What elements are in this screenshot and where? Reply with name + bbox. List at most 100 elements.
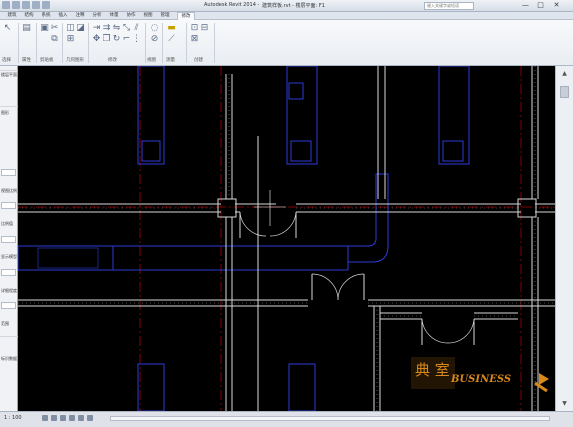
cope-icon[interactable]: ◫ [66,24,75,33]
vertical-scrollbar[interactable]: ▲ ▼ [555,66,573,411]
divider [0,106,18,107]
property-label: 图形 [1,110,9,115]
tab-annotate[interactable]: 注释 [72,12,88,20]
panel-divider [162,23,163,63]
paste-icon[interactable]: ▣ [40,24,49,33]
copy-icon[interactable]: ⧉ [50,35,59,44]
panel-view-label: 视图 [147,58,156,63]
align-icon[interactable]: ⇥ [92,24,101,33]
hide-icon[interactable]: ◌ [150,24,159,33]
detail-level-icon[interactable] [42,415,48,421]
property-field[interactable] [1,302,16,309]
document-title: 建筑样板.rvt - 楼层平面: F1 [262,3,325,9]
property-label: 视图比例 [1,188,17,193]
shadows-icon[interactable] [69,415,75,421]
property-label: 范围 [1,321,9,326]
logo-cn-text: 典 室 [415,361,450,379]
property-field[interactable] [1,202,16,209]
divider [0,336,18,337]
scroll-up-icon[interactable]: ▲ [560,70,569,77]
tab-insert[interactable]: 插入 [55,12,71,20]
tab-modify[interactable]: 修改 [177,12,195,20]
open-icon[interactable] [12,1,20,9]
rotate-icon[interactable]: ↻ [112,35,121,44]
watermark-logo: 典 室 BUSINESS [411,355,555,395]
visual-style-icon[interactable] [51,415,57,421]
tab-structure[interactable]: 结构 [21,12,37,20]
logo-en-text: BUSINESS [450,374,511,385]
panel-modify-label: 修改 [108,58,117,63]
maximize-button[interactable]: □ [535,1,546,10]
minimize-button[interactable]: — [520,1,531,10]
close-button[interactable]: ✕ [551,1,562,10]
undo-icon[interactable] [32,1,40,9]
scale-icon[interactable]: ⤡ [122,24,131,33]
join-icon[interactable]: ⊞ [66,35,75,44]
view-scale[interactable]: 1 : 100 [4,415,22,421]
override-icon[interactable]: ⊘ [150,35,159,44]
create-parts-icon[interactable]: ⊟ [200,24,209,33]
view-control-bar: 1 : 100 [0,411,573,427]
trim-icon[interactable]: ⌐ [122,35,131,44]
panel-divider [186,23,187,63]
panel-select-label: 选择 [2,58,11,63]
panel-divider [36,23,37,63]
panel-divider [214,23,215,63]
sun-path-icon[interactable] [60,415,66,421]
modify-icon[interactable]: ↖ [3,24,12,33]
tab-systems[interactable]: 系统 [38,12,54,20]
crop-view-icon[interactable] [78,415,84,421]
ribbon-tabs: 建筑 结构 系统 插入 注释 分析 体量 协作 视图 管理 修改 [0,12,573,20]
split-icon[interactable]: ⫽ [132,24,141,33]
divider [0,70,18,71]
panel-geometry-label: 几何图形 [66,58,84,63]
property-field[interactable] [1,236,16,243]
panel-divider [18,23,19,63]
copy-element-icon[interactable]: ❐ [102,35,111,44]
measure-icon[interactable]: ▬ [167,24,176,33]
tab-architecture[interactable]: 建筑 [4,12,20,20]
redo-icon[interactable] [42,1,50,9]
tab-massing[interactable]: 体量 [106,12,122,20]
horizontal-scrollbar[interactable] [110,416,550,421]
create-group-icon[interactable]: ⊠ [190,35,199,44]
offset-icon[interactable]: ⇉ [102,24,111,33]
temporary-hide-icon[interactable] [87,415,93,421]
app-menu-icon[interactable] [2,1,10,9]
panel-properties-label: 属性 [22,58,31,63]
scroll-down-icon[interactable]: ▼ [560,400,569,407]
dimension-icon[interactable]: ⟋ [167,35,176,44]
mirror-icon[interactable]: ⇋ [112,24,121,33]
app-title: Autodesk Revit 2014 - [204,2,260,8]
scroll-thumb[interactable] [560,86,569,98]
cut-icon[interactable]: ✂ [50,24,59,33]
property-label: 详细程度 [1,288,17,293]
title-bar: Autodesk Revit 2014 - 建筑样板.rvt - 楼层平面: F… [0,0,573,12]
panel-divider [88,23,89,63]
property-field[interactable] [1,169,16,176]
panel-clipboard-label: 剪贴板 [40,58,54,63]
property-label: 标识数据 [1,356,17,361]
panel-divider [145,23,146,63]
panel-measure-label: 测量 [166,58,175,63]
save-icon[interactable] [22,1,30,9]
array-icon[interactable]: ⋮ [132,35,141,44]
panel-divider [62,23,63,63]
create-assembly-icon[interactable]: ⊡ [190,24,199,33]
properties-palette: 楼层平面 图形 视图比例 比例值 显示模型 详细程度 范围 标识数据 [0,66,18,411]
tab-collaborate[interactable]: 协作 [123,12,139,20]
property-label: 楼层平面 [1,72,17,77]
move-icon[interactable]: ✥ [92,35,101,44]
tab-analyze[interactable]: 分析 [89,12,105,20]
property-label: 比例值 [1,221,13,226]
tab-manage[interactable]: 管理 [157,12,173,20]
panel-create-label: 创建 [194,58,203,63]
tab-view[interactable]: 视图 [140,12,156,20]
property-label: 显示模型 [1,254,17,259]
properties-icon[interactable]: ▤ [22,24,31,33]
quick-access-toolbar [2,1,50,9]
search-input[interactable]: 键入关键字或短语 [424,2,474,10]
drawing-canvas[interactable]: 典 室 BUSINESS [18,66,555,411]
cut-geometry-icon[interactable]: ◪ [76,24,85,33]
property-field[interactable] [1,269,16,276]
